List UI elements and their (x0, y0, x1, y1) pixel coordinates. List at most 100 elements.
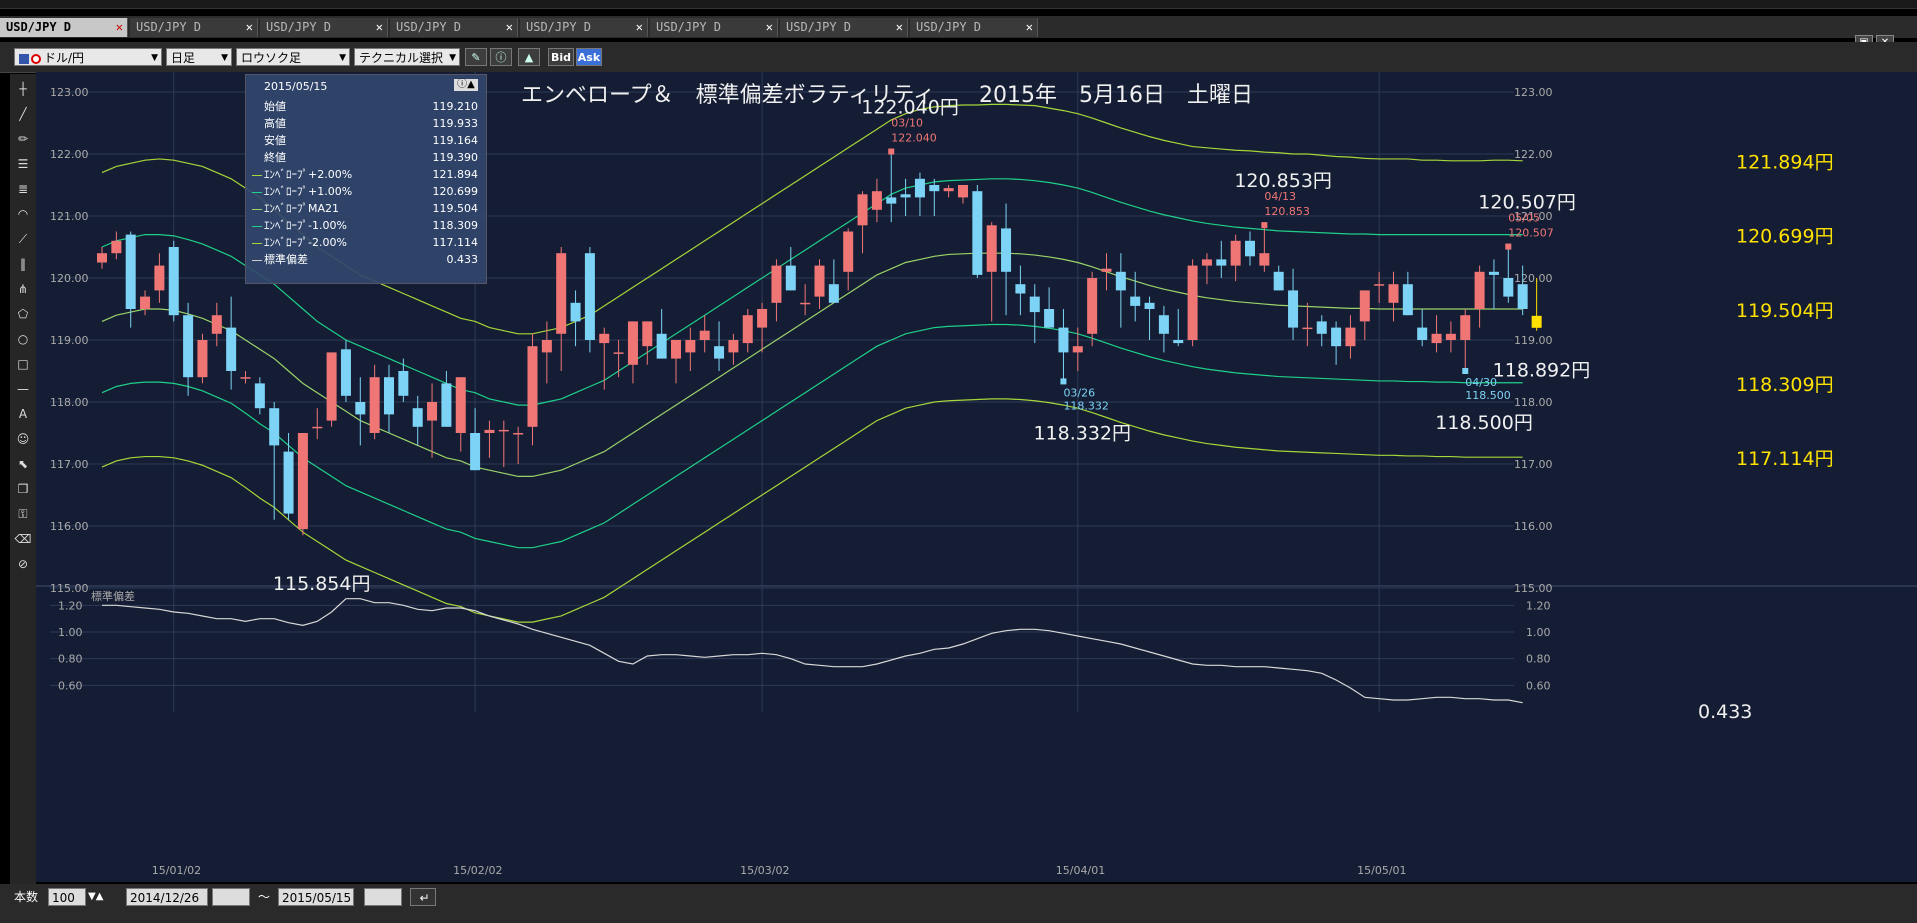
currency-select[interactable]: ドル/円 ▼ (14, 48, 162, 66)
eraser-icon[interactable]: ⌫ (12, 528, 34, 550)
tab-usdjpy-2[interactable]: USD/JPY D ✕ (130, 18, 258, 37)
circle-icon[interactable]: ○ (12, 328, 34, 350)
fan-icon[interactable]: ⟋ (12, 228, 34, 250)
technical-select[interactable]: テクニカル選択 ▼ (354, 48, 460, 66)
candle-body (1058, 327, 1069, 353)
info-row-label: 安値 (264, 134, 286, 147)
y-tick-label-left: 115.00 (50, 582, 89, 595)
return-icon[interactable]: ↵ (410, 888, 436, 906)
info-date: 2015/05/15 (264, 80, 328, 93)
pentagon-icon[interactable]: ⬠ (12, 303, 34, 325)
sub-y-tick-label-left: 0.80 (58, 653, 83, 666)
fibonacci-icon[interactable]: ≣ (12, 178, 34, 200)
ask-button[interactable]: Ask (576, 48, 602, 66)
pitchfork-icon[interactable]: ⋔ (12, 278, 34, 300)
tab-label: USD/JPY D (916, 20, 982, 34)
info-row-label: 高値 (264, 117, 286, 130)
candle-body (1488, 271, 1499, 275)
tab-usdjpy-6[interactable]: USD/JPY D ✕ (650, 18, 778, 37)
candle-body (97, 253, 107, 263)
ruler-icon[interactable]: ✏ (12, 128, 34, 150)
line-icon[interactable]: — (12, 378, 34, 400)
lock-icon[interactable]: ⚿ (12, 503, 34, 525)
extreme-date: 03/26 (1063, 386, 1095, 399)
candle-body (1345, 327, 1356, 347)
close-icon[interactable]: ✕ (896, 18, 903, 37)
jp-flag-icon (31, 53, 41, 64)
count-stepper[interactable]: ▼▲ (88, 888, 103, 906)
to-time-input[interactable] (364, 888, 402, 906)
tab-usdjpy-3[interactable]: USD/JPY D ✕ (260, 18, 388, 37)
rectangle-icon[interactable]: □ (12, 353, 34, 375)
candle-body (412, 408, 423, 427)
tab-label: USD/JPY D (656, 20, 722, 34)
close-icon[interactable]: ✕ (766, 18, 773, 37)
tab-usdjpy-4[interactable]: USD/JPY D ✕ (390, 18, 518, 37)
candle-body (1503, 278, 1514, 297)
info-collapse-icon[interactable]: ⓘ▲ (454, 79, 478, 91)
info-row-label: 始値 (264, 100, 286, 113)
horizontal-lines-icon[interactable]: ☰ (12, 153, 34, 175)
trendline-icon[interactable]: ╱ (12, 103, 34, 125)
to-date-input[interactable]: 2015/05/15 (278, 888, 354, 906)
text-icon[interactable]: A (12, 403, 34, 425)
close-icon[interactable]: ✕ (636, 18, 643, 37)
chart-style-select[interactable]: ロウソク足 ▼ (236, 48, 350, 66)
envelope-value-label: 117.114円 (1736, 448, 1834, 470)
extreme-marker (1505, 243, 1512, 250)
period-select[interactable]: 日足 ▼ (166, 48, 232, 66)
close-icon[interactable]: ✕ (116, 18, 123, 37)
tab-usdjpy-7[interactable]: USD/JPY D ✕ (780, 18, 908, 37)
candle-body (943, 188, 954, 192)
y-tick-label-left: 118.00 (50, 396, 89, 409)
delete-all-icon[interactable]: ⊘ (12, 553, 34, 575)
candle-body (1273, 271, 1284, 291)
bid-button[interactable]: Bid (548, 48, 574, 66)
pen-icon[interactable]: ✎ (465, 48, 487, 66)
count-input[interactable]: 100 (48, 888, 86, 906)
tab-usdjpy-1[interactable]: USD/JPY D ✕ (0, 18, 128, 37)
sub-y-tick-label-right: 1.00 (1526, 626, 1551, 639)
close-icon[interactable]: ✕ (246, 18, 253, 37)
ohlc-info-panel: 2015/05/15 ⓘ▲ 始値 119.210 高値 119.933 安値 119.16… (245, 74, 487, 284)
info-icon[interactable]: ⓘ (490, 48, 512, 66)
sub-y-tick-label-right: 0.60 (1526, 679, 1551, 692)
mountain-icon[interactable]: ▲ (518, 48, 540, 66)
candle-body (1230, 240, 1241, 266)
candle-body (1302, 327, 1313, 330)
y-tick-label-left: 123.00 (50, 86, 89, 99)
candle-body (125, 234, 136, 309)
extreme-price: 122.040 (891, 132, 937, 145)
candle-body (1101, 268, 1112, 272)
vertical-lines-icon[interactable]: ‖ (12, 253, 34, 275)
candle-body (254, 383, 265, 409)
arc-icon[interactable]: ◠ (12, 203, 34, 225)
from-date-input[interactable]: 2014/12/26 (126, 888, 208, 906)
chevron-down-icon: ▼ (339, 53, 346, 63)
close-icon[interactable]: ✕ (506, 18, 513, 37)
icon-tool-icon[interactable]: ☺ (12, 428, 34, 450)
candle-body (1259, 253, 1270, 266)
candle-body (1431, 333, 1442, 344)
info-line-swatch (252, 260, 262, 261)
candle-body (211, 315, 222, 334)
copy-icon[interactable]: ❐ (12, 478, 34, 500)
crosshair-icon[interactable]: ┼ (12, 78, 34, 100)
from-time-input[interactable] (212, 888, 250, 906)
tab-usdjpy-8[interactable]: USD/JPY D ✕ (910, 18, 1038, 37)
candle-body (914, 178, 925, 198)
tab-label: USD/JPY D (396, 20, 462, 34)
pointer-icon[interactable]: ⬉ (12, 453, 34, 475)
candle-body (800, 302, 811, 305)
tab-usdjpy-5[interactable]: USD/JPY D ✕ (520, 18, 648, 37)
tab-label: USD/JPY D (6, 20, 72, 34)
candle-body (168, 247, 179, 316)
period-label: 日足 (171, 51, 196, 65)
close-icon[interactable]: ✕ (1026, 18, 1033, 37)
candle-body (886, 197, 897, 204)
candle-body (527, 346, 538, 427)
price-annotation: 122.040円 (861, 97, 959, 119)
close-icon[interactable]: ✕ (376, 18, 383, 37)
top-menu-strip (0, 0, 1917, 9)
candle-body (355, 402, 366, 415)
